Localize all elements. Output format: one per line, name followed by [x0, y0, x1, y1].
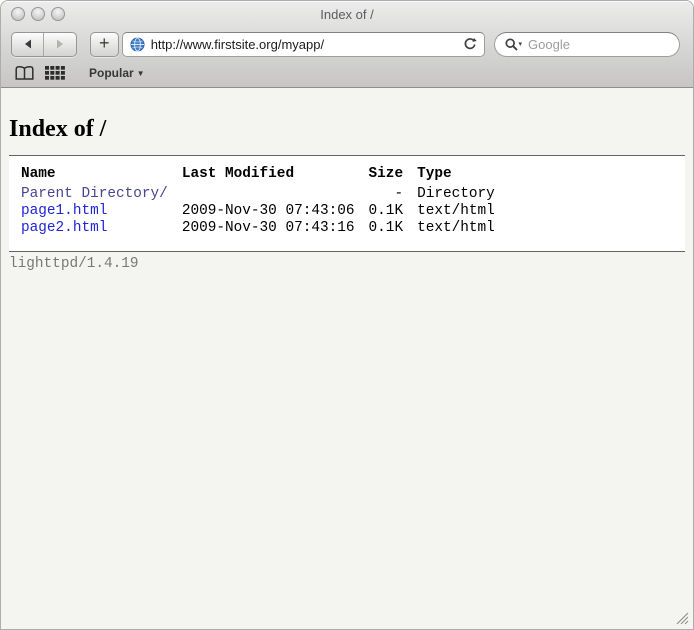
add-bookmark-button[interactable]: +: [90, 32, 119, 57]
table-header-row: Name Last Modified Size Type: [21, 166, 509, 186]
resize-grip-icon[interactable]: [674, 610, 690, 626]
cell-size: 0.1K: [369, 220, 418, 237]
title-bar[interactable]: Index of /: [1, 1, 693, 29]
search-icon: [505, 38, 518, 51]
window-chrome: Index of / +: [1, 1, 693, 88]
cell-last-modified: [182, 186, 369, 203]
top-sites-grid-icon[interactable]: [45, 66, 65, 80]
url-text: http://www.firstsite.org/myapp/: [151, 37, 463, 52]
address-bar[interactable]: http://www.firstsite.org/myapp/: [122, 32, 485, 57]
history-nav-control: [11, 32, 77, 57]
reload-icon[interactable]: [463, 37, 477, 51]
search-placeholder: Google: [528, 37, 570, 52]
browser-window: Index of / +: [0, 0, 694, 630]
cell-type: Directory: [417, 186, 509, 203]
cell-last-modified: 2009-Nov-30 07:43:06: [182, 203, 369, 220]
cell-size: -: [369, 186, 418, 203]
parent-directory-link[interactable]: Parent Directory/: [21, 186, 168, 202]
table-row: page2.html 2009-Nov-30 07:43:16 0.1K tex…: [21, 220, 509, 237]
cell-last-modified: 2009-Nov-30 07:43:16: [182, 220, 369, 237]
table-row: Parent Directory/ - Directory: [21, 186, 509, 203]
cell-size: 0.1K: [369, 203, 418, 220]
zoom-button[interactable]: [51, 7, 65, 21]
directory-table: Name Last Modified Size Type Parent Dire…: [21, 166, 509, 237]
minimize-button[interactable]: [31, 7, 45, 21]
page-content: Index of / Name Last Modified Size Type …: [1, 88, 693, 630]
page-title: Index of /: [9, 116, 685, 143]
chevron-down-icon: ▼: [137, 68, 145, 78]
page1-link[interactable]: page1.html: [21, 203, 107, 219]
column-header-type: Type: [417, 166, 509, 186]
cell-type: text/html: [417, 220, 509, 237]
close-button[interactable]: [11, 7, 25, 21]
bookmarks-bar: Popular ▼: [1, 59, 693, 87]
column-header-name: Name: [21, 166, 182, 186]
bookmark-label: Popular: [89, 66, 134, 80]
column-header-last-modified: Last Modified: [182, 166, 369, 186]
plus-icon: +: [99, 34, 110, 52]
directory-listing: Name Last Modified Size Type Parent Dire…: [9, 155, 685, 252]
server-version: lighttpd/1.4.19: [9, 252, 685, 272]
back-button[interactable]: [12, 33, 43, 56]
back-arrow-icon: [22, 38, 34, 50]
cell-type: text/html: [417, 203, 509, 220]
window-controls: [11, 7, 65, 21]
search-field[interactable]: ▾ Google: [494, 32, 680, 57]
globe-favicon-icon: [130, 37, 145, 52]
forward-button[interactable]: [43, 33, 75, 56]
window-title: Index of /: [320, 1, 373, 29]
column-header-size: Size: [369, 166, 418, 186]
bookmarks-book-icon[interactable]: [14, 65, 35, 81]
table-row: page1.html 2009-Nov-30 07:43:06 0.1K tex…: [21, 203, 509, 220]
page2-link[interactable]: page2.html: [21, 220, 107, 236]
chevron-down-icon: ▾: [519, 40, 523, 48]
toolbar: + http://www.firstsite.org/myapp/: [1, 29, 693, 59]
bookmark-popular[interactable]: Popular ▼: [89, 66, 145, 80]
forward-arrow-icon: [54, 38, 66, 50]
